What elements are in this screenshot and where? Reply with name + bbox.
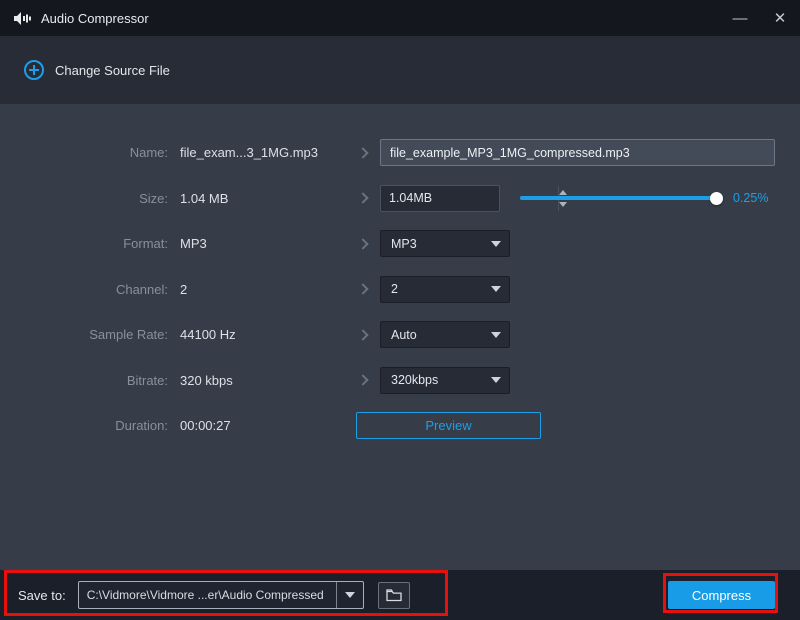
name-source-value: file_exam...3_1MG.mp3 (168, 145, 346, 160)
save-to-label: Save to: (18, 588, 66, 603)
channel-source-value: 2 (168, 282, 346, 297)
dropdown-arrow-icon (491, 377, 501, 383)
size-label: Size: (0, 191, 168, 206)
save-path-combo (78, 581, 364, 609)
duration-source-value: 00:00:27 (168, 418, 346, 433)
bitrate-selected-value: 320kbps (391, 373, 438, 387)
sample-rate-dropdown[interactable]: Auto (380, 321, 510, 348)
bitrate-label: Bitrate: (0, 373, 168, 388)
dropdown-arrow-icon (491, 332, 501, 338)
chevron-right-icon (357, 193, 368, 204)
channel-selected-value: 2 (391, 282, 398, 296)
folder-icon (386, 589, 402, 602)
change-source-file-button[interactable]: Change Source File (24, 60, 170, 80)
output-name-input[interactable] (380, 139, 775, 166)
row-channel: Channel: 2 2 (0, 267, 775, 313)
dropdown-arrow-icon (491, 286, 501, 292)
window-title: Audio Compressor (41, 11, 149, 26)
save-path-input[interactable] (79, 582, 336, 608)
format-dropdown[interactable]: MP3 (380, 230, 510, 257)
preview-button[interactable]: Preview (356, 412, 541, 439)
titlebar: Audio Compressor — ✕ (0, 0, 800, 36)
window-controls: — ✕ (720, 0, 800, 36)
change-source-file-label: Change Source File (55, 63, 170, 78)
compress-button[interactable]: Compress (668, 581, 775, 609)
save-path-dropdown-button[interactable] (336, 582, 363, 608)
chevron-right-icon (357, 147, 368, 158)
format-selected-value: MP3 (391, 237, 417, 251)
bitrate-dropdown[interactable]: 320kbps (380, 367, 510, 394)
sample-rate-label: Sample Rate: (0, 327, 168, 342)
dropdown-arrow-icon (345, 592, 355, 598)
size-source-value: 1.04 MB (168, 191, 346, 206)
sample-rate-selected-value: Auto (391, 328, 417, 342)
chevron-right-icon (357, 375, 368, 386)
size-spinner (380, 185, 500, 212)
row-name: Name: file_exam...3_1MG.mp3 (0, 130, 775, 176)
slider-handle[interactable] (710, 192, 723, 205)
chevron-right-icon (357, 284, 368, 295)
row-duration: Duration: 00:00:27 Preview (0, 403, 775, 449)
row-sample-rate: Sample Rate: 44100 Hz Auto (0, 312, 775, 358)
row-bitrate: Bitrate: 320 kbps 320kbps (0, 358, 775, 404)
row-size: Size: 1.04 MB 0.25% (0, 176, 775, 222)
sample-rate-source-value: 44100 Hz (168, 327, 346, 342)
duration-label: Duration: (0, 418, 168, 433)
source-bar: Change Source File (0, 36, 800, 104)
browse-folder-button[interactable] (378, 582, 410, 609)
bitrate-source-value: 320 kbps (168, 373, 346, 388)
dropdown-arrow-icon (491, 241, 501, 247)
name-label: Name: (0, 145, 168, 160)
format-label: Format: (0, 236, 168, 251)
chevron-right-icon (357, 329, 368, 340)
channel-dropdown[interactable]: 2 (380, 276, 510, 303)
format-source-value: MP3 (168, 236, 346, 251)
slider-fill (520, 196, 716, 200)
size-slider-wrap: 0.25% (520, 191, 775, 205)
audio-compressor-window: Audio Compressor — ✕ Change Source File … (0, 0, 800, 620)
row-format: Format: MP3 MP3 (0, 221, 775, 267)
minimize-button[interactable]: — (720, 0, 760, 36)
compression-percent: 0.25% (733, 191, 775, 205)
settings-form: Name: file_exam...3_1MG.mp3 Size: 1.04 M… (0, 104, 800, 449)
speaker-icon (14, 11, 31, 26)
chevron-right-icon (357, 238, 368, 249)
size-slider[interactable] (520, 196, 720, 200)
close-button[interactable]: ✕ (760, 0, 800, 36)
footer-bar: Save to: Compress (0, 570, 800, 620)
channel-label: Channel: (0, 282, 168, 297)
plus-icon (24, 60, 44, 80)
